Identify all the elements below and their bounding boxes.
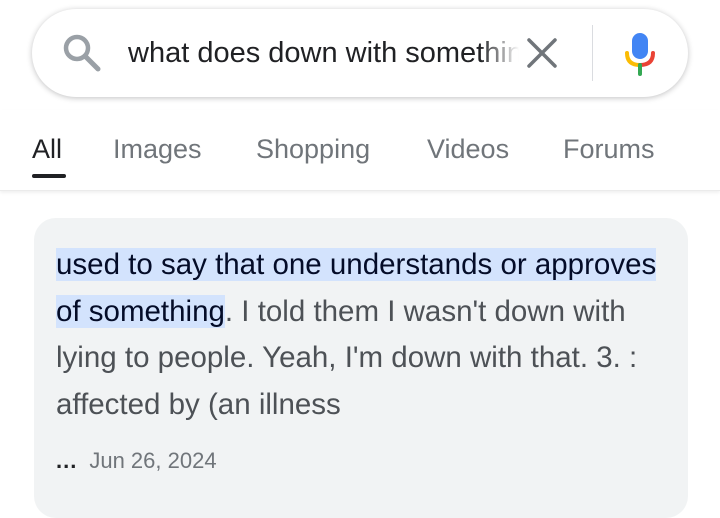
microphone-icon — [625, 33, 655, 76]
tab-forums[interactable]: Forums — [563, 132, 655, 166]
search-query-text: what does down with something mean — [128, 37, 526, 69]
snippet-date: Jun 26, 2024 — [89, 448, 217, 473]
snippet-meta: ... Jun 26, 2024 — [56, 446, 217, 476]
search-bar-divider — [592, 25, 593, 81]
voice-search-button[interactable] — [620, 29, 660, 79]
close-icon — [527, 38, 557, 68]
tab-all[interactable]: All — [32, 132, 62, 166]
search-input[interactable]: what does down with something mean — [128, 31, 526, 75]
tab-images[interactable]: Images — [113, 132, 202, 166]
featured-snippet-card: used to say that one understands or appr… — [34, 218, 688, 518]
active-tab-indicator — [32, 174, 66, 178]
search-bar[interactable]: what does down with something mean — [32, 9, 688, 97]
more-ellipsis[interactable]: ... — [56, 448, 77, 473]
search-tabs: All Images Shopping Videos Forums — [0, 110, 720, 191]
search-icon[interactable] — [60, 31, 104, 75]
tab-shopping[interactable]: Shopping — [256, 132, 370, 166]
clear-search-button[interactable] — [520, 31, 564, 75]
tab-videos[interactable]: Videos — [427, 132, 509, 166]
snippet-text: used to say that one understands or appr… — [56, 242, 676, 428]
